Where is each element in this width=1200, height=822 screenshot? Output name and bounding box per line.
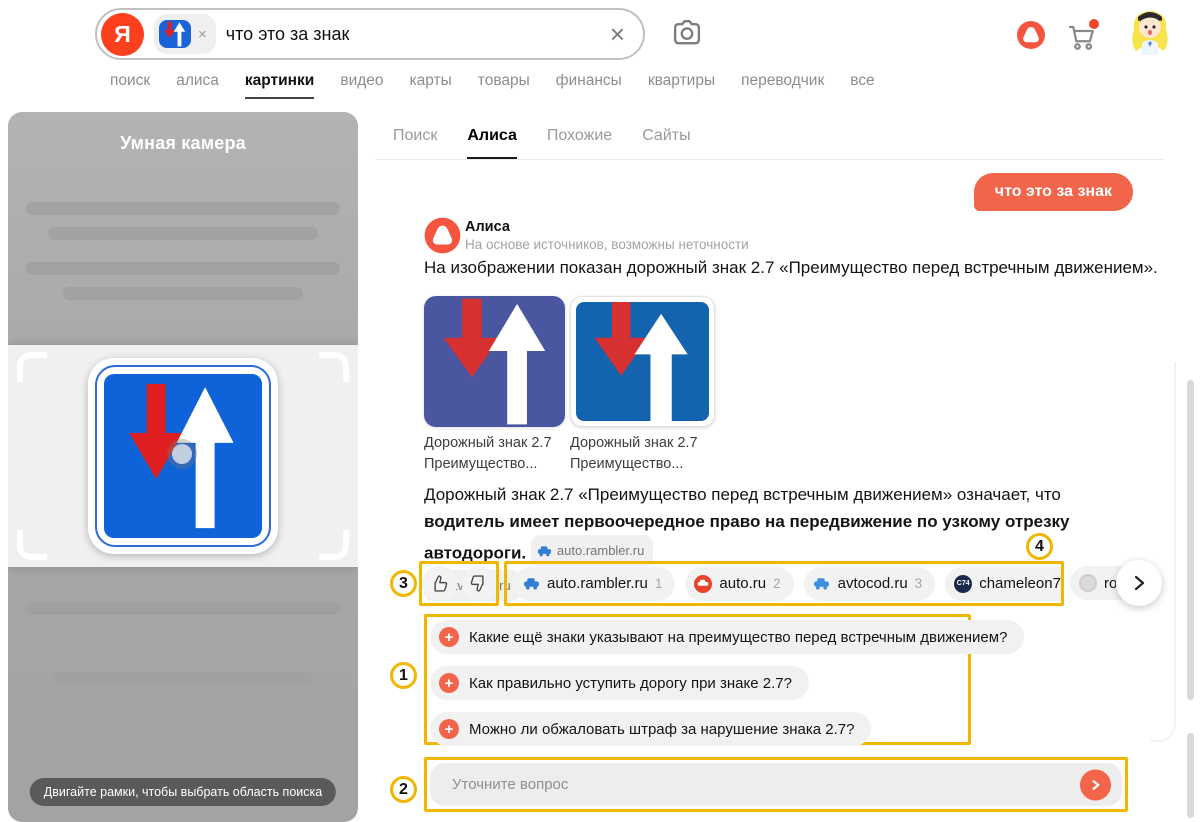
annotation-2: 2 — [390, 776, 417, 803]
nav-karty[interactable]: карты — [410, 72, 452, 99]
profile-avatar[interactable] — [1124, 5, 1176, 57]
crop-handle-top-right[interactable] — [319, 352, 349, 382]
sources-scroll-next-button[interactable] — [1116, 560, 1162, 606]
camera-panel-title: Умная камера — [8, 133, 358, 154]
remove-thumbnail-icon[interactable]: × — [198, 27, 207, 42]
source-chip[interactable]: auto.ru 2 — [685, 567, 793, 601]
results-tabs: Поиск Алиса Похожие Сайты — [393, 127, 691, 160]
crop-handle-top-left[interactable] — [17, 352, 47, 382]
user-message-bubble: что это за знак — [974, 173, 1133, 211]
source-favicon-icon — [522, 575, 540, 593]
nav-kartinki[interactable]: картинки — [245, 72, 314, 99]
cart-icon[interactable] — [1064, 18, 1100, 54]
drag-dot[interactable] — [172, 444, 192, 464]
nav-finansy[interactable]: финансы — [556, 72, 622, 99]
tab-alisa[interactable]: Алиса — [467, 127, 517, 160]
alisa-name: Алиса — [465, 219, 510, 235]
smart-camera-icon[interactable] — [668, 17, 706, 55]
source-favicon-icon — [813, 575, 831, 593]
crop-handle-bottom-right[interactable] — [319, 530, 349, 560]
scrollbar-thumb[interactable] — [1187, 380, 1194, 700]
clear-search-icon[interactable]: × — [610, 21, 625, 47]
result-image-card[interactable] — [424, 296, 565, 427]
sources-annotation-box: auto.rambler.ru 1 auto.ru 2 avtocod.ru 3… — [504, 561, 1064, 606]
suggestion-chip[interactable]: + Можно ли обжаловать штраф за нарушение… — [430, 712, 871, 746]
clarify-question-input[interactable] — [430, 763, 1122, 806]
thumbs-up-button[interactable] — [422, 566, 457, 601]
source-favicon-icon: C74 — [954, 575, 972, 593]
suggestion-chip[interactable]: + Какие ещё знаки указывают на преимущес… — [430, 620, 1024, 654]
source-chip[interactable]: auto.rambler.ru 1 — [513, 567, 675, 601]
scrollbar-thumb[interactable] — [1187, 733, 1194, 818]
service-nav: поиск алиса картинки видео карты товары … — [110, 72, 875, 99]
chat-card-edge — [1150, 362, 1176, 742]
sign-thumbnail-image — [159, 20, 191, 48]
image-thumbnail-chip[interactable]: × — [154, 14, 216, 54]
thumbs-down-button[interactable] — [462, 566, 497, 601]
tab-sajty[interactable]: Сайты — [642, 127, 690, 160]
alisa-disclaimer: На основе источников, возможны неточност… — [465, 237, 749, 252]
send-button[interactable] — [1080, 769, 1111, 800]
plus-icon: + — [439, 673, 459, 693]
annotation-3: 3 — [390, 570, 417, 597]
nav-kvartiry[interactable]: квартиры — [648, 72, 715, 99]
tabs-divider — [375, 159, 1165, 160]
source-chip[interactable]: avtocod.ru 3 — [804, 567, 936, 601]
nav-tovary[interactable]: товары — [478, 72, 530, 99]
smart-camera-panel: Умная камера Двигайте рамки, — [8, 112, 358, 822]
queried-road-sign-image — [88, 358, 278, 554]
plus-icon: + — [439, 719, 459, 739]
nav-video[interactable]: видео — [340, 72, 383, 99]
annotation-1: 1 — [390, 662, 417, 689]
alisa-icon[interactable] — [1016, 20, 1046, 50]
plus-icon: + — [439, 627, 459, 647]
image-caption[interactable]: Дорожный знак 2.7 Преимущество... — [570, 433, 698, 475]
suggestion-chip[interactable]: + Как правильно уступить дорогу при знак… — [430, 666, 809, 700]
source-favicon-icon — [1079, 574, 1097, 592]
ask-annotation-box — [424, 757, 1128, 812]
nav-vse[interactable]: все — [850, 72, 874, 99]
source-favicon-icon — [694, 575, 712, 593]
tab-pohozhie[interactable]: Похожие — [547, 127, 612, 160]
nav-poisk[interactable]: поиск — [110, 72, 150, 99]
yandex-logo[interactable]: Я — [101, 13, 144, 56]
result-image-card[interactable] — [570, 296, 715, 427]
tab-poisk[interactable]: Поиск — [393, 127, 437, 160]
crop-selection-area[interactable] — [8, 345, 358, 567]
crop-hint: Двигайте рамки, чтобы выбрать область по… — [30, 778, 336, 806]
cart-badge — [1089, 19, 1099, 29]
alisa-avatar-icon — [424, 217, 461, 254]
answer-intro-text: На изображении показан дорожный знак 2.7… — [424, 258, 1164, 278]
search-input[interactable]: что это за знак — [226, 24, 600, 45]
car-favicon-icon — [537, 545, 552, 557]
suggestions-annotation-box: + Какие ещё знаки указывают на преимущес… — [424, 614, 971, 745]
search-bar[interactable]: Я × что это за знак × — [95, 8, 645, 60]
nav-alisa[interactable]: алиса — [176, 72, 219, 99]
image-caption[interactable]: Дорожный знак 2.7 Преимущество... — [424, 433, 552, 475]
crop-handle-bottom-left[interactable] — [17, 530, 47, 560]
yandex-images-page: Я × что это за знак × — [0, 0, 1200, 822]
feedback-annotation-box — [419, 561, 499, 606]
nav-perevodchik[interactable]: переводчик — [741, 72, 824, 99]
annotation-4: 4 — [1026, 533, 1053, 560]
source-chip[interactable]: C74 chameleon74.ru 4 — [945, 567, 1064, 601]
